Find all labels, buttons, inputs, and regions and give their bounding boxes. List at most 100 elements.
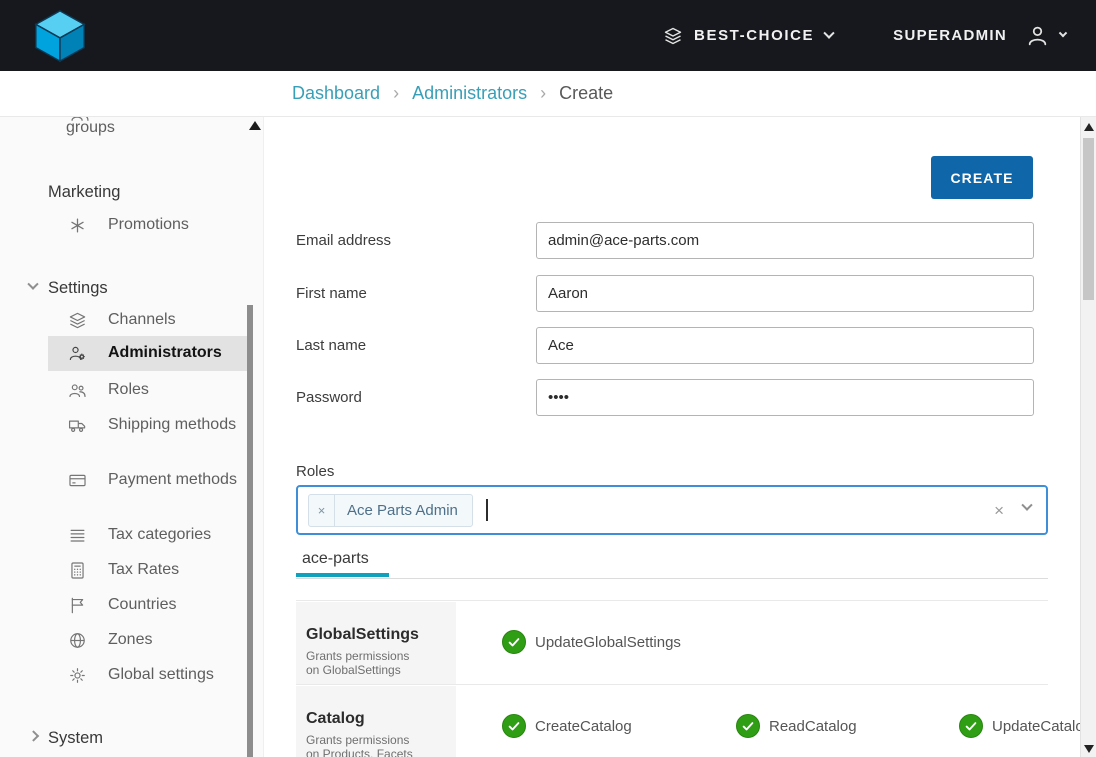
breadcrumb-separator: › <box>540 83 546 104</box>
sidebar-section-system[interactable]: System <box>48 727 103 749</box>
chevron-down-icon <box>1059 28 1067 36</box>
password-field[interactable] <box>536 379 1034 416</box>
username-label: SUPERADMIN <box>893 27 1007 44</box>
user-icon <box>1025 23 1050 48</box>
password-label: Password <box>296 389 362 406</box>
role-chip: × Ace Parts Admin <box>308 494 473 527</box>
cog-icon <box>68 666 87 685</box>
sidebar-item-roles[interactable]: Roles <box>0 378 248 402</box>
permission-row-catalog: Catalog Grants permissions on Products, … <box>296 684 1048 757</box>
check-icon <box>959 714 983 738</box>
calculator-icon <box>68 561 87 580</box>
breadcrumb-separator: › <box>393 83 399 104</box>
chevron-down-icon[interactable] <box>27 279 38 290</box>
scrollbar-thumb[interactable] <box>1083 138 1094 300</box>
last-name-field[interactable] <box>536 327 1034 364</box>
sidebar-item-countries[interactable]: Countries <box>0 593 248 617</box>
sidebar-item-administrators[interactable]: Administrators <box>48 336 248 371</box>
email-label: Email address <box>296 232 391 249</box>
flag-icon <box>68 596 87 615</box>
text-cursor <box>486 499 488 521</box>
permission-group-name: GlobalSettings <box>306 626 446 644</box>
chevron-down-icon[interactable] <box>1021 500 1032 511</box>
roles-label: Roles <box>296 463 334 480</box>
sidebar-item-label: Shipping methods <box>108 416 236 433</box>
sidebar-scrollbar-thumb[interactable] <box>247 305 253 757</box>
tab-divider <box>296 578 1048 579</box>
check-icon <box>502 630 526 654</box>
breadcrumb-create: Create <box>559 83 613 104</box>
list-icon <box>68 526 87 545</box>
channel-switcher[interactable]: BEST-CHOICE <box>663 26 833 46</box>
form-row-last-name: Last name <box>296 327 1034 364</box>
permission-label: ReadCatalog <box>769 718 857 735</box>
administrator-icon <box>68 344 87 363</box>
main-scrollbar <box>1080 117 1096 757</box>
truck-icon <box>68 416 87 435</box>
check-icon <box>502 714 526 738</box>
permission-checkbox[interactable]: ReadCatalog <box>736 714 857 738</box>
chevron-down-icon <box>823 27 834 38</box>
sidebar: groups Marketing Promotions Settings Cha… <box>0 117 264 757</box>
tab-active-underline <box>296 573 389 577</box>
permission-checkbox[interactable]: UpdateCatalog <box>959 714 1080 738</box>
first-name-field[interactable] <box>536 275 1034 312</box>
sidebar-item-tax-rates[interactable]: Tax Rates <box>0 558 248 582</box>
permission-group-name: Catalog <box>306 710 446 728</box>
sidebar-section-marketing[interactable]: Marketing <box>48 181 120 203</box>
permission-label: UpdateCatalog <box>992 718 1080 735</box>
user-menu[interactable]: SUPERADMIN <box>893 23 1066 48</box>
create-button[interactable]: CREATE <box>931 156 1033 199</box>
permission-checkbox[interactable]: CreateCatalog <box>502 714 632 738</box>
channel-label: BEST-CHOICE <box>694 27 814 44</box>
breadcrumb: Dashboard › Administrators › Create <box>0 71 1096 117</box>
sidebar-item-payment-methods[interactable]: Payment methods <box>0 468 248 492</box>
topbar: BEST-CHOICE SUPERADMIN <box>0 0 1096 71</box>
breadcrumb-dashboard[interactable]: Dashboard <box>292 83 380 104</box>
sidebar-section-settings[interactable]: Settings <box>48 277 108 299</box>
main-content: CREATE Email address First name Last nam… <box>264 117 1080 757</box>
sidebar-item-tax-categories[interactable]: Tax categories <box>0 523 248 547</box>
scrollbar-up-arrow[interactable] <box>1084 123 1094 131</box>
sidebar-item-promotions[interactable]: Promotions <box>0 213 248 237</box>
permission-row-globalsettings: GlobalSettings Grants permissions on Glo… <box>296 600 1048 684</box>
email-field[interactable] <box>536 222 1034 259</box>
sidebar-item-label: Tax categories <box>108 526 211 543</box>
form-row-password: Password <box>296 379 1034 416</box>
sidebar-item-label: Global settings <box>108 666 214 683</box>
sidebar-item-label: Channels <box>108 311 176 328</box>
asterisk-icon <box>68 216 87 235</box>
form-row-email: Email address <box>296 222 1034 259</box>
form-row-first-name: First name <box>296 275 1034 312</box>
first-name-label: First name <box>296 285 367 302</box>
last-name-label: Last name <box>296 337 366 354</box>
credit-card-icon <box>68 471 87 490</box>
roles-select[interactable]: × Ace Parts Admin × <box>296 485 1048 535</box>
sidebar-item-label: Tax Rates <box>108 561 179 578</box>
globe-icon <box>68 631 87 650</box>
breadcrumb-administrators[interactable]: Administrators <box>412 83 527 104</box>
sidebar-item-customer-groups[interactable]: groups <box>66 119 115 137</box>
layers-icon <box>68 311 87 330</box>
scrollbar-down-arrow[interactable] <box>1084 745 1094 753</box>
layers-icon <box>663 26 683 46</box>
users-icon <box>68 381 87 400</box>
sidebar-item-shipping-methods[interactable]: Shipping methods <box>0 413 248 437</box>
chip-remove-icon[interactable]: × <box>309 495 335 526</box>
sidebar-item-label: Payment methods <box>108 471 237 488</box>
permission-group-description: Grants permissions on GlobalSettings <box>306 649 424 677</box>
sidebar-item-label: Promotions <box>108 216 189 233</box>
clear-icon[interactable]: × <box>994 502 1004 519</box>
sidebar-item-label: Zones <box>108 631 152 648</box>
sidebar-item-channels[interactable]: Channels <box>0 308 248 332</box>
sidebar-item-zones[interactable]: Zones <box>0 628 248 652</box>
sidebar-item-global-settings[interactable]: Global settings <box>0 663 248 687</box>
permission-checkbox[interactable]: UpdateGlobalSettings <box>502 630 681 654</box>
permission-group-description: Grants permissions on Products, Facets <box>306 733 424 757</box>
sidebar-scrollbar-up-arrow[interactable] <box>249 121 261 130</box>
app-logo-icon[interactable] <box>28 7 92 65</box>
tab-ace-parts[interactable]: ace-parts <box>302 550 369 568</box>
sidebar-item-label: Roles <box>108 381 149 398</box>
chevron-right-icon[interactable] <box>28 730 39 741</box>
permission-group-cell: GlobalSettings Grants permissions on Glo… <box>296 602 456 684</box>
